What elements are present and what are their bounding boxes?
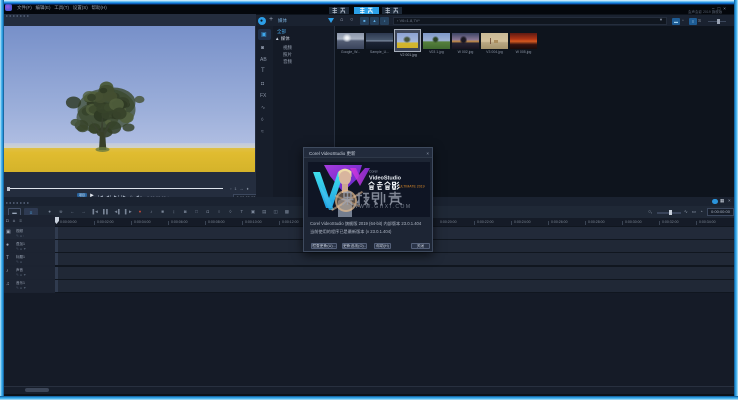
svg-text:ULTIMATE 2019: ULTIMATE 2019 (399, 185, 425, 189)
svg-text:VideoStudio: VideoStudio (369, 176, 402, 182)
svg-text:Corel: Corel (369, 170, 378, 174)
